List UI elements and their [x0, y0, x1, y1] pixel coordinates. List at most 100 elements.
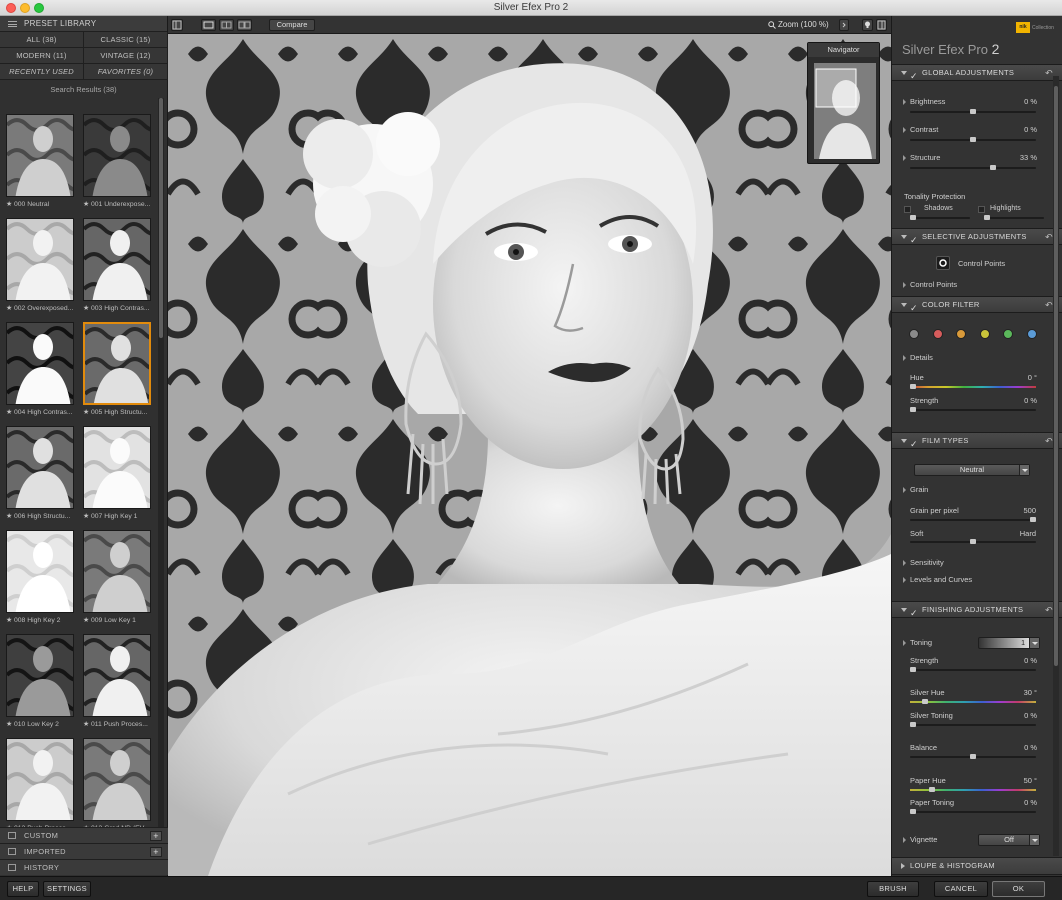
add-icon[interactable]: +	[150, 847, 162, 857]
color-filter-swatch[interactable]	[1026, 329, 1037, 339]
color-filter-swatch[interactable]	[979, 329, 990, 339]
cancel-button[interactable]: CANCEL	[934, 881, 988, 897]
minimize-window-button[interactable]	[20, 3, 30, 13]
structure-slider[interactable]	[910, 165, 1036, 170]
control-points-label[interactable]: Control Points	[902, 280, 957, 289]
structure-slider-knob[interactable]	[990, 165, 997, 170]
compare-button[interactable]: Compare	[269, 19, 315, 31]
collapse-arrow-icon[interactable]	[901, 71, 907, 75]
maximize-window-button[interactable]	[34, 3, 44, 13]
preset-tile[interactable]: ★ 001 Underexpose...	[81, 114, 153, 218]
navigator-viewport[interactable]	[815, 68, 857, 108]
control-points-button[interactable]: Control Points	[892, 256, 1062, 273]
enable-checkmark-icon[interactable]: ✓	[910, 300, 918, 316]
preset-tile[interactable]: ★ 007 High Key 1	[81, 426, 153, 530]
preset-thumbnail[interactable]	[6, 322, 74, 405]
color-filter-swatch[interactable]	[932, 329, 943, 339]
paper-toning-slider-knob[interactable]	[910, 809, 916, 814]
brush-button[interactable]: BRUSH	[867, 881, 919, 897]
single-view-button[interactable]	[201, 19, 216, 31]
enable-checkmark-icon[interactable]: ✓	[910, 68, 918, 84]
collapse-arrow-icon[interactable]	[901, 303, 907, 307]
zoom-level[interactable]: Zoom (100 %)	[778, 19, 829, 31]
navigator-panel[interactable]: Navigator	[807, 42, 880, 164]
hue-slider-knob[interactable]	[910, 384, 916, 389]
preset-thumbnail[interactable]	[83, 738, 151, 821]
panel-toggle-button[interactable]	[171, 19, 183, 31]
preset-thumbnail[interactable]	[83, 218, 151, 301]
image-preview[interactable]	[168, 34, 891, 876]
reset-icon[interactable]: ↶	[1045, 297, 1053, 313]
contrast-slider[interactable]	[910, 137, 1036, 142]
shadows-slider[interactable]	[910, 215, 970, 220]
toning-strength-slider-knob[interactable]	[910, 667, 916, 672]
paper-hue-slider[interactable]	[910, 787, 1036, 792]
preset-filter-tab[interactable]: FAVORITES (0)	[84, 64, 168, 80]
preset-thumbnail[interactable]	[83, 530, 151, 613]
zoom-dropdown-button[interactable]	[839, 19, 849, 31]
split-view-button[interactable]	[219, 19, 234, 31]
toning-select[interactable]: 1	[978, 637, 1040, 649]
sensitivity-label[interactable]: Sensitivity	[903, 558, 944, 567]
help-button[interactable]: HELP	[7, 881, 39, 897]
cf-strength-slider-knob[interactable]	[910, 407, 916, 412]
chevron-down-icon[interactable]	[1029, 638, 1039, 648]
silver-hue-slider-knob[interactable]	[922, 699, 928, 704]
navigator-thumbnail[interactable]	[814, 63, 876, 159]
grain-per-pixel-slider[interactable]	[910, 517, 1036, 522]
ok-button[interactable]: OK	[992, 881, 1045, 897]
reset-icon[interactable]: ↶	[1045, 65, 1053, 81]
highlights-slider[interactable]	[984, 215, 1044, 220]
highlights-slider-knob[interactable]	[984, 215, 990, 220]
cf-strength-slider[interactable]	[910, 407, 1036, 412]
levels-curves-label[interactable]: Levels and Curves	[902, 575, 972, 584]
brightness-slider[interactable]	[910, 109, 1036, 114]
toning-label[interactable]: Toning	[902, 638, 932, 647]
preset-thumbnail[interactable]	[83, 322, 151, 405]
preset-tile[interactable]: ★ 008 High Key 2	[4, 530, 76, 634]
preset-filter-tab[interactable]: ALL (38)	[0, 32, 84, 48]
library-section-history[interactable]: HISTORY	[0, 859, 168, 875]
silver-toning-slider-knob[interactable]	[910, 722, 916, 727]
preset-tile[interactable]: ★ 002 Overexposed...	[4, 218, 76, 322]
preset-tile[interactable]: ★ 000 Neutral	[4, 114, 76, 218]
finishing-adjustments-header[interactable]: ✓ FINISHING ADJUSTMENTS ↶	[892, 601, 1062, 618]
silver-toning-slider[interactable]	[910, 722, 1036, 727]
preset-filter-tab[interactable]: MODERN (11)	[0, 48, 84, 64]
adjustments-scrollbar[interactable]	[1053, 76, 1059, 856]
vignette-select[interactable]: Off	[978, 834, 1040, 846]
preset-thumbnail[interactable]	[6, 738, 74, 821]
adjustments-scrollbar-thumb[interactable]	[1054, 86, 1058, 666]
grain-per-pixel-slider-knob[interactable]	[1030, 517, 1036, 522]
control-point-icon[interactable]	[936, 256, 950, 270]
shadows-checkbox[interactable]	[904, 206, 911, 213]
brightness-label[interactable]: Brightness	[902, 97, 945, 106]
toning-strength-slider[interactable]	[910, 667, 1036, 672]
structure-label[interactable]: Structure	[902, 153, 940, 162]
color-filter-header[interactable]: ✓ COLOR FILTER ↶	[892, 296, 1062, 313]
preset-thumbnail[interactable]	[83, 634, 151, 717]
preset-filter-tab[interactable]: VINTAGE (12)	[84, 48, 168, 64]
highlights-checkbox[interactable]	[978, 206, 985, 213]
settings-button[interactable]: SETTINGS	[43, 881, 91, 897]
soft-hard-slider-knob[interactable]	[970, 539, 976, 544]
expand-arrow-icon[interactable]	[901, 863, 905, 869]
preset-thumbnail[interactable]	[6, 218, 74, 301]
preset-thumbnail[interactable]	[6, 530, 74, 613]
silver-hue-slider[interactable]	[910, 699, 1036, 704]
film-types-header[interactable]: ✓ FILM TYPES ↶	[892, 432, 1062, 449]
preset-thumbnail[interactable]	[83, 426, 151, 509]
preset-tile[interactable]: ★ 005 High Structu...	[81, 322, 153, 426]
library-section-custom[interactable]: CUSTOM +	[0, 827, 168, 843]
preset-thumbnail[interactable]	[6, 114, 74, 197]
shadows-slider-knob[interactable]	[910, 215, 916, 220]
contrast-slider-knob[interactable]	[970, 137, 976, 142]
paper-hue-slider-knob[interactable]	[929, 787, 936, 792]
preset-thumbnail[interactable]	[6, 634, 74, 717]
library-section-imported[interactable]: IMPORTED +	[0, 843, 168, 859]
side-by-side-button[interactable]	[237, 19, 252, 31]
collapse-arrow-icon[interactable]	[901, 235, 907, 239]
details-label[interactable]: Details	[903, 353, 933, 362]
paper-toning-slider[interactable]	[910, 809, 1036, 814]
close-window-button[interactable]	[6, 3, 16, 13]
